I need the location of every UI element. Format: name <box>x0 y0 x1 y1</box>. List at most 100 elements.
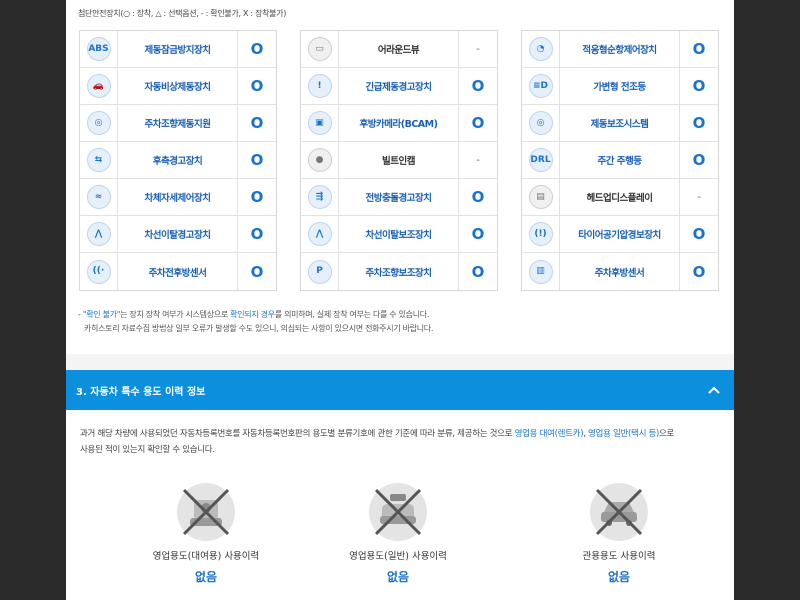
safety-icon-cell: ⇆ <box>80 142 118 178</box>
safety-item-name: 후측경고장치 <box>118 142 238 178</box>
note-mid: 는 장치 장착 여부가 시스템상으로 <box>120 310 231 319</box>
builtin-cam-icon: ● <box>307 148 332 172</box>
desc-prefix: 과거 해당 차량에 사용되었던 자동차등록번호를 자동차등록번호판의 용도별 분… <box>80 429 515 439</box>
safety-row: ▤ 헤드업디스플레이 - <box>522 179 718 216</box>
safety-item-status: O <box>692 40 706 58</box>
safety-item-status: O <box>692 114 706 132</box>
safety-row: ⇶ 전방충돌경고장치 O <box>301 179 497 216</box>
safety-icon-cell: 🚗 <box>80 68 118 104</box>
safety-item-status: O <box>692 151 706 169</box>
safety-item-name: 주차전후방센서 <box>118 253 238 290</box>
note-line-1: - "확인 불가"는 장치 장착 여부가 시스템상으로 확인되지 경우를 의미하… <box>78 308 718 322</box>
safety-item-name: 빌트인캠 <box>339 142 459 178</box>
safety-icon-cell: ((· <box>80 253 118 290</box>
safety-item-name: 후방카메라(BCAM) <box>339 105 459 141</box>
safety-item-status: - <box>476 43 480 55</box>
safety-row: ≡D 가변형 전조등 O <box>522 68 718 105</box>
safety-item-status: O <box>471 262 485 281</box>
safety-item-status: - <box>476 154 480 166</box>
safety-item-name: 차체자세제어장치 <box>118 179 238 215</box>
safety-icon-cell: ! <box>301 68 339 104</box>
safety-row: ⋀ 차선이탈경고장치 O <box>80 216 276 253</box>
safety-grid: ▭ 어라운드뷰 -! 긴급제동경고장치 O ▣ 후방카메라(BCAM) O ● 빌트인캠 - ⇶ 전방충… <box>300 30 498 291</box>
safety-item-status: O <box>692 262 706 281</box>
lane-keeping-icon: ⋀ <box>307 222 332 246</box>
desc-line-2: 사용된 적이 있는지 확인할 수 있습니다. <box>80 445 215 455</box>
safety-row: ≈ 차체자세제어장치 O <box>80 179 276 216</box>
rental-car-icon <box>176 482 236 542</box>
rear-side-warning-icon: ⇆ <box>86 148 111 172</box>
safety-item-status: O <box>250 188 264 206</box>
safety-row: ! 긴급제동경고장치 O <box>301 68 497 105</box>
safety-item-name: 제동보조시스템 <box>560 105 680 141</box>
rear-camera-icon: ▣ <box>307 111 332 135</box>
safety-item-name: 주간 주행등 <box>560 142 680 178</box>
parking-sensor-rear-icon: ▥ <box>528 259 553 284</box>
safety-icon-cell: ● <box>301 142 339 178</box>
safety-item-name: 전방충돌경고장치 <box>339 179 459 215</box>
safety-item-status: O <box>250 77 264 95</box>
safety-item-name: 헤드업디스플레이 <box>560 179 680 215</box>
safety-item-status: O <box>250 114 264 132</box>
safety-item-name: 가변형 전조등 <box>560 68 680 104</box>
safety-column-3: ◔ 적응형순항제어장치 O ≡D 가변형 전조등 O ◎ 제동보조시스템 O DRL 주간 주행등 O… <box>521 30 719 291</box>
safety-item-status: O <box>471 225 485 243</box>
safety-row: DRL 주간 주행등 O <box>522 142 718 179</box>
safety-row: P 주차조향보조장치 O <box>301 253 497 290</box>
section3-description: 과거 해당 차량에 사용되었던 자동차등록번호를 자동차등록번호판의 용도별 분… <box>80 426 720 458</box>
around-view-icon: ▭ <box>307 37 332 61</box>
safety-row: ◎ 제동보조시스템 O <box>522 105 718 142</box>
desc-highlight-rental: 영업용 대여(렌트카) <box>514 429 584 439</box>
safety-item-name: 자동비상제동장치 <box>118 68 238 104</box>
safety-icon-cell: ⋀ <box>301 216 339 252</box>
safety-equipment-section: 첨단안전장치(○ : 장착, △ : 선택옵션, - : 확인불가, X : 장… <box>66 0 734 354</box>
adaptive-cruise-icon: ◔ <box>528 37 553 61</box>
usage-rental: 영업용도(대여용) 사용이력 없음 <box>131 482 281 585</box>
safety-item-status: O <box>692 225 706 243</box>
safety-icon-cell: ≈ <box>80 179 118 215</box>
safety-item-status: O <box>250 40 264 58</box>
safety-item-name: 제동잠금방지장치 <box>118 31 238 67</box>
section3-title: 3. 자동차 특수 용도 이력 정보 <box>76 386 206 398</box>
safety-row: ABS 제동잠금방지장치 O <box>80 31 276 68</box>
safety-icon-cell: ▤ <box>522 179 560 215</box>
parking-assist-icon: P <box>307 259 332 284</box>
safety-row: ⇆ 후측경고장치 O <box>80 142 276 179</box>
safety-column-2: ▭ 어라운드뷰 -! 긴급제동경고장치 O ▣ 후방카메라(BCAM) O ● 빌트인캠 - ⇶ 전방충… <box>300 30 498 291</box>
usage-taxi: 영업용도(일반) 사용이력 없음 <box>323 482 473 585</box>
brake-assist-icon: ◎ <box>528 111 553 135</box>
safety-item-status: O <box>471 77 485 95</box>
safety-icon-cell: P <box>301 253 339 290</box>
safety-item-status: O <box>250 151 264 169</box>
section3-header[interactable]: 3. 자동차 특수 용도 이력 정보 <box>66 370 734 410</box>
safety-row: 🚗 자동비상제동장치 O <box>80 68 276 105</box>
safety-icon-cell: ≡D <box>522 68 560 104</box>
safety-item-status: O <box>250 262 264 281</box>
usage-taxi-value: 없음 <box>386 570 410 584</box>
safety-item-status: O <box>471 188 485 206</box>
safety-icon-cell: DRL <box>522 142 560 178</box>
chevron-up-icon[interactable] <box>704 380 724 400</box>
safety-row: ◔ 적응형순항제어장치 O <box>522 31 718 68</box>
usage-government-value: 없음 <box>607 570 631 584</box>
safety-item-name: 주차조향보조장치 <box>339 253 459 290</box>
safety-icon-cell: ◔ <box>522 31 560 67</box>
safety-row: ▥ 주차후방센서 O <box>522 253 718 290</box>
safety-item-name: 타이어공기압경보장치 <box>560 216 680 252</box>
usage-government: 관용용도 사용이력 없음 <box>544 482 694 585</box>
desc-suffix: 으로 <box>659 429 675 439</box>
section-divider <box>66 354 734 370</box>
safety-column-1: ABS 제동잠금방지장치 O 🚗 자동비상제동장치 O ◎ 주차조향제동지원 O ⇆ 후측경고장치 O… <box>79 30 277 291</box>
note-highlight: "확인 불가" <box>82 310 121 319</box>
safety-note: - "확인 불가"는 장치 장착 여부가 시스템상으로 확인되지 경우를 의미하… <box>78 308 718 336</box>
safety-item-status: O <box>471 114 485 132</box>
safety-item-name: 어라운드뷰 <box>339 31 459 67</box>
usage-government-label: 관용용도 사용이력 <box>582 551 656 562</box>
usage-rental-label: 영업용도(대여용) 사용이력 <box>152 551 260 562</box>
safety-item-name: 적응형순항제어장치 <box>560 31 680 67</box>
tire-pressure-icon: (!) <box>528 222 553 246</box>
safety-item-name: 차선이탈보조장치 <box>339 216 459 252</box>
safety-icon-cell: ▣ <box>301 105 339 141</box>
safety-row: ◎ 주차조향제동지원 O <box>80 105 276 142</box>
emergency-brake-icon: 🚗 <box>86 74 111 98</box>
